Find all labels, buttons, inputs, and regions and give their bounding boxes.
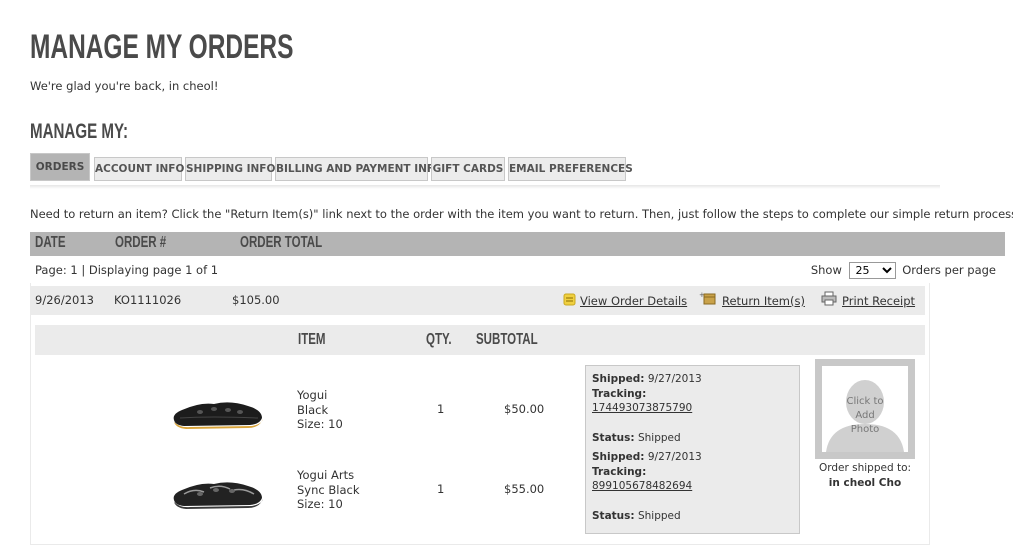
tab-gift-cards[interactable]: GIFT CARDS	[431, 157, 505, 181]
add-photo-line3: Photo	[850, 424, 880, 435]
printer-icon	[821, 291, 837, 306]
return-items-link[interactable]: Return Item(s)	[722, 294, 805, 308]
view-order-details-link[interactable]: View Order Details	[580, 294, 687, 308]
print-receipt-link[interactable]: Print Receipt	[842, 294, 915, 308]
tab-divider	[30, 185, 940, 189]
item-1-color: Black	[297, 402, 329, 417]
tab-gift-cards-label: GIFT CARDS	[432, 163, 504, 175]
add-photo-button[interactable]: Click to Add Photo	[815, 359, 915, 459]
header-subtotal: SUBTOTAL	[476, 331, 538, 348]
item-2-color: Sync Black	[297, 482, 360, 497]
tab-shipping-info-label: SHIPPING INFO	[186, 163, 276, 175]
pagination-info: Page: 1 | Displaying page 1 of 1	[35, 263, 219, 277]
tab-account-info-label: ACCOUNT INFO	[95, 163, 185, 175]
header-date: DATE	[35, 234, 66, 251]
manage-my-heading: MANAGE MY:	[30, 120, 128, 143]
shipment-2-shipped-label: Shipped:	[592, 451, 645, 463]
shipment-1: Shipped: 9/27/2013 Tracking: 17449307387…	[592, 372, 702, 445]
shipment-1-date: 9/27/2013	[647, 373, 702, 385]
add-photo-label: Click to Add Photo	[822, 395, 908, 437]
note-icon	[563, 293, 576, 306]
product-image-yogui-black	[173, 402, 263, 429]
tab-email-preferences[interactable]: EMAIL PREFERENCES	[508, 157, 633, 181]
item-2-size: Size: 10	[297, 497, 343, 511]
order-total: $105.00	[232, 293, 280, 307]
tab-shipping-info[interactable]: SHIPPING INFO	[185, 157, 276, 181]
item-2-subtotal: $55.00	[504, 482, 545, 496]
order-date: 9/26/2013	[35, 293, 94, 307]
per-page-label: Orders per page	[902, 263, 996, 277]
shipment-2: Shipped: 9/27/2013 Tracking: 89910567848…	[592, 450, 702, 523]
box-return-icon: +	[699, 291, 716, 305]
tab-billing-payment[interactable]: BILLING AND PAYMENT INFO	[275, 157, 443, 181]
items-table-header: ITEM QTY. SUBTOTAL	[35, 325, 925, 355]
shipment-2-status: Shipped	[637, 509, 681, 522]
return-instructions: Need to return an item? Click the "Retur…	[30, 207, 1013, 221]
header-order-number: ORDER #	[115, 234, 167, 251]
shipment-1-tracking-link[interactable]: 174493073875790	[592, 402, 692, 414]
item-1-size: Size: 10	[297, 417, 343, 431]
tab-account-info[interactable]: ACCOUNT INFO	[94, 157, 185, 181]
show-label: Show	[810, 263, 842, 277]
header-item: ITEM	[298, 331, 326, 348]
shipment-2-tracking-label: Tracking:	[592, 465, 647, 478]
per-page-control: Show 25 Orders per page	[811, 262, 996, 279]
product-image-yogui-arts	[173, 482, 263, 509]
order-number: KO1111026	[114, 293, 182, 307]
header-qty: QTY.	[426, 331, 452, 348]
item-1-qty: 1	[437, 402, 445, 416]
photo-placeholder: Click to Add Photo	[822, 366, 908, 452]
item-2-qty: 1	[437, 482, 445, 496]
shipment-1-status-label: Status:	[592, 431, 635, 444]
item-2-details: Yogui Arts Sync Black Size: 10	[297, 468, 360, 512]
item-1-name: Yogui	[297, 388, 328, 402]
shipment-status-box: Shipped: 9/27/2013 Tracking: 17449307387…	[585, 365, 800, 534]
welcome-message: We're glad you're back, in cheol!	[30, 79, 219, 93]
shipped-to-label: Order shipped to:	[818, 462, 912, 474]
per-page-select[interactable]: 25	[848, 262, 896, 279]
item-2-name: Yogui Arts	[297, 468, 355, 482]
page-title: MANAGE MY ORDERS	[30, 28, 294, 66]
order-row: 9/26/2013 KO1111026 $105.00 View Order D…	[30, 286, 925, 315]
item-1-subtotal: $50.00	[504, 402, 545, 416]
shipment-1-status: Shipped	[637, 431, 681, 444]
add-photo-line2: Add	[855, 410, 875, 421]
tab-email-preferences-label: EMAIL PREFERENCES	[509, 163, 633, 175]
shipment-1-tracking-label: Tracking:	[592, 387, 647, 400]
orders-table-header: DATE ORDER # ORDER TOTAL	[30, 232, 1005, 256]
shipment-1-shipped-label: Shipped:	[592, 373, 645, 385]
shipment-2-tracking-link[interactable]: 899105678482694	[592, 480, 692, 492]
tab-orders-label: ORDERS	[35, 161, 85, 173]
shipment-2-status-label: Status:	[592, 509, 635, 522]
header-order-total: ORDER TOTAL	[240, 234, 323, 251]
add-photo-line1: Click to	[846, 396, 884, 407]
tab-billing-payment-label: BILLING AND PAYMENT INFO	[276, 163, 444, 175]
tab-orders[interactable]: ORDERS	[30, 153, 90, 181]
shipment-2-date: 9/27/2013	[647, 451, 702, 463]
item-1-details: Yogui Black Size: 10	[297, 388, 343, 432]
shipped-to-info: Order shipped to: in cheol Cho	[795, 461, 935, 491]
shipped-to-name: in cheol Cho	[828, 477, 902, 489]
